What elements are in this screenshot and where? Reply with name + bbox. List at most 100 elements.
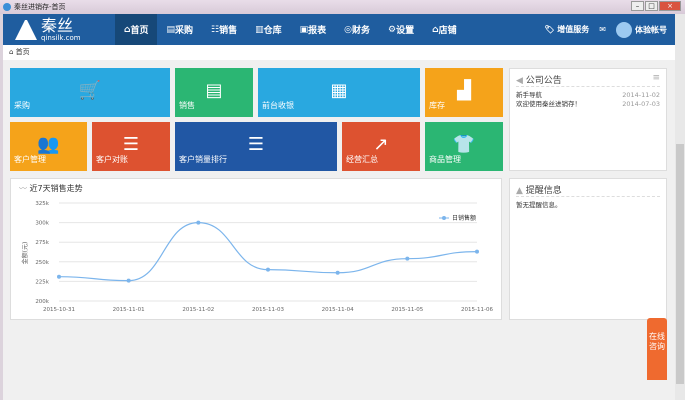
top-nav: 秦丝 qinsilk.com ⌂ 首页 ▤ 采购 ☷ 销售 ▥ 仓库 ▣ 报表 ◎ 财务 ⚙ 设置 ⌂ 店铺 🏷… [3,14,675,45]
y-tick-label: 225k [35,279,49,285]
data-point [335,270,340,275]
notice-date: 2014-07-03 [622,100,660,108]
notice-title: 公司公告 [525,76,562,86]
nav-label: 财务 [352,26,371,36]
breadcrumb: ⌂ 首页 [3,45,675,60]
x-tick-label: 2015-11-01 [113,307,145,313]
nav-item-0[interactable]: ⌂ 首页 [115,14,158,45]
tile-label: 客户对账 [96,155,128,164]
logo-mark-icon [15,19,37,40]
x-tick-label: 2015-11-02 [182,307,214,313]
notice-item[interactable]: 新手导航 2014-11-02 [516,91,660,100]
x-tick-label: 2015-11-06 [461,307,493,313]
y-tick-label: 300k [35,221,49,227]
legend-marker [442,216,446,220]
data-point [126,278,131,283]
tile-label: 经营汇总 [346,155,378,164]
nav-item-4[interactable]: ▣ 报表 [291,14,336,45]
tile-5[interactable]: ☰ 客户对账 [92,122,170,171]
bar-rank-icon: ☰ [247,134,265,155]
report-icon: ▣ [299,24,309,35]
nav-item-7[interactable]: ⌂ 店铺 [423,14,465,45]
x-tick-label: 2015-11-05 [391,307,423,313]
tile-6[interactable]: ☰ 客户销量排行 [175,122,337,171]
more-icon[interactable]: ≡ [652,73,660,83]
nav-label: 采购 [174,26,193,36]
logo-domain: qinsilk.com [41,33,81,42]
speaker-icon: ◀ [516,76,526,86]
nav-label: 首页 [130,26,149,36]
nav-label: 设置 [396,26,415,36]
sales-trend-panel: 〰 近7天销售走势 200k 225k 250k 275k 300k 325k 2015-1… [10,178,502,320]
sales-line-chart: 200k 225k 250k 275k 300k 325k 2015-10-31 2015-1… [21,201,493,313]
clothes-icon: 👕 [452,134,476,155]
nav-label: 报表 [308,26,327,36]
notice-item[interactable]: 欢迎使用秦丝进销存！ 2014-07-03 [516,100,660,109]
home-icon: ⌂ [9,48,16,56]
y-tick-label: 200k [35,299,49,305]
maximize-button[interactable]: □ [645,1,658,11]
tile-label: 商品管理 [429,155,461,164]
list-icon: ☰ [122,134,140,155]
tile-3[interactable]: ▟ 库存 [425,68,503,117]
sales-icon: ☷ [211,24,220,35]
nav-label: 仓库 [263,26,282,36]
reminder-title: 提醒信息 [525,186,562,196]
series-line [58,221,478,282]
minimize-button[interactable]: – [631,1,644,11]
breadcrumb-home[interactable]: 首页 [16,48,30,56]
logo-name: 秦丝 [41,15,74,35]
tile-label: 采购 [14,101,30,110]
nav-label: 销售 [219,26,238,36]
tile-7[interactable]: ↗ 经营汇总 [342,122,420,171]
scrollbar[interactable] [675,14,685,400]
notice-panel: ◀ 公司公告 ≡ 新手导航 2014-11-02 欢迎使用秦丝进销存！ 2014-07… [509,68,667,171]
value-service-label: 增值服务 [557,25,590,34]
tile-label: 库存 [429,101,445,110]
finance-icon: ◎ [344,24,353,35]
tile-4[interactable]: 👥 客户管理 [10,122,87,171]
reminder-panel: ▲ 提醒信息 暂无提醒信息。 [509,178,667,320]
settings-icon: ⚙ [388,24,397,35]
nav-item-5[interactable]: ◎ 财务 [335,14,379,45]
nav-item-3[interactable]: ▥ 仓库 [246,14,291,45]
online-consult-label: 在线咨询 [649,332,665,351]
app-icon [3,3,11,11]
scrollbar-thumb[interactable] [676,144,684,384]
window-titlebar: 秦丝进销存-首页 – □ × [0,0,685,14]
data-point [266,267,270,272]
notice-text: 新手导航 [516,91,542,99]
reminder-empty: 暂无提醒信息。 [516,201,562,209]
nav-item-6[interactable]: ⚙ 设置 [379,14,423,45]
account-menu[interactable]: 体验帐号 [616,21,667,38]
x-tick-label: 2015-10-31 [43,307,75,313]
users-icon: 👥 [37,134,60,155]
y-tick-label: 275k [35,240,49,246]
y-tick-label: 250k [35,260,49,266]
tile-label: 客户管理 [14,155,46,164]
line-chart-icon: ↗ [373,134,389,155]
y-axis-label: 金额(元) [21,242,29,265]
mail-icon[interactable]: ✉ [599,25,606,34]
warning-icon: ▲ [516,186,526,196]
tile-label: 销售 [179,101,195,110]
nav-item-1[interactable]: ▤ 采购 [157,14,202,45]
tile-2[interactable]: ▦ 前台收银 [258,68,420,117]
chart-title: 近7天销售走势 [29,184,83,193]
nav-item-2[interactable]: ☷ 销售 [202,14,246,45]
online-consult-button[interactable]: 在线咨询 [647,318,667,380]
dashboard: 🛒 采购 ▤ 销售 ▦ 前台收银 ▟ 库存 👥 客户管理 ☰ 客户对账 ☰ 客户销量排行 ↗ 经营汇总 👕 商品管… [3,60,675,400]
account-label: 体验帐号 [635,25,667,34]
value-service-link[interactable]: 🏷 增值服务 [544,24,589,35]
tile-8[interactable]: 👕 商品管理 [425,122,503,171]
cash-register-icon: ▦ [330,80,348,101]
warehouse-icon: ▥ [255,24,264,35]
stock-chart-icon: ▟ [457,80,471,101]
tile-0[interactable]: 🛒 采购 [10,68,170,117]
data-point [475,249,479,254]
data-point [196,220,201,225]
close-button[interactable]: × [659,1,681,11]
data-point [57,274,61,279]
tile-1[interactable]: ▤ 销售 [175,68,253,117]
logo[interactable]: 秦丝 qinsilk.com [3,14,115,45]
